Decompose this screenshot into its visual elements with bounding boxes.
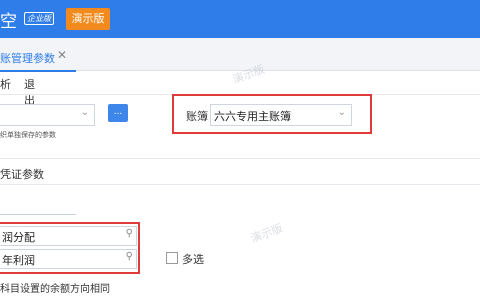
chevron-down-icon: ⌄ — [337, 107, 346, 118]
input-value: 润分配 — [2, 231, 35, 244]
multi-select-label: 多选 — [182, 253, 204, 266]
top-bar: 空 企业版 演示版 — [0, 0, 480, 38]
balance-direction-note: 科目设置的余额方向相同 — [0, 284, 110, 295]
watermark: 演示版 — [248, 221, 285, 246]
edition-badge: 企业版 — [24, 12, 54, 25]
more-button[interactable]: ... — [108, 104, 128, 122]
field-underline[interactable] — [0, 214, 76, 215]
search-icon[interactable]: ⚲ — [126, 228, 133, 239]
tab-params[interactable]: 账管理参数 ✕ — [0, 44, 76, 72]
divider — [0, 158, 480, 159]
toolbar-item-analyze[interactable]: 析 — [0, 76, 11, 92]
close-icon[interactable]: ✕ — [57, 48, 67, 62]
book-select-value: 六六专用主账簿 — [214, 110, 291, 123]
profit-distribution-input[interactable]: 润分配 ⚲ — [0, 226, 137, 246]
section-title: 凭证参数 — [0, 168, 44, 181]
multi-select-checkbox[interactable] — [166, 252, 178, 264]
tab-label: 账管理参数 — [0, 52, 55, 65]
input-value: 年利润 — [2, 254, 35, 267]
org-note: 织单独保存的参数 — [0, 131, 56, 139]
book-label: 账簿 — [186, 110, 208, 123]
tab-bar: 账管理参数 ✕ — [0, 38, 480, 72]
demo-button[interactable]: 演示版 — [66, 8, 110, 30]
current-year-profit-input[interactable]: 年利润 ⚲ — [0, 249, 137, 269]
divider — [0, 184, 480, 185]
org-select[interactable]: ⌄ — [0, 104, 95, 126]
book-select[interactable]: 六六专用主账簿 ⌄ — [210, 104, 352, 126]
search-icon[interactable]: ⚲ — [126, 251, 133, 262]
chevron-down-icon: ⌄ — [80, 107, 89, 118]
app-title: 空 — [0, 12, 17, 32]
